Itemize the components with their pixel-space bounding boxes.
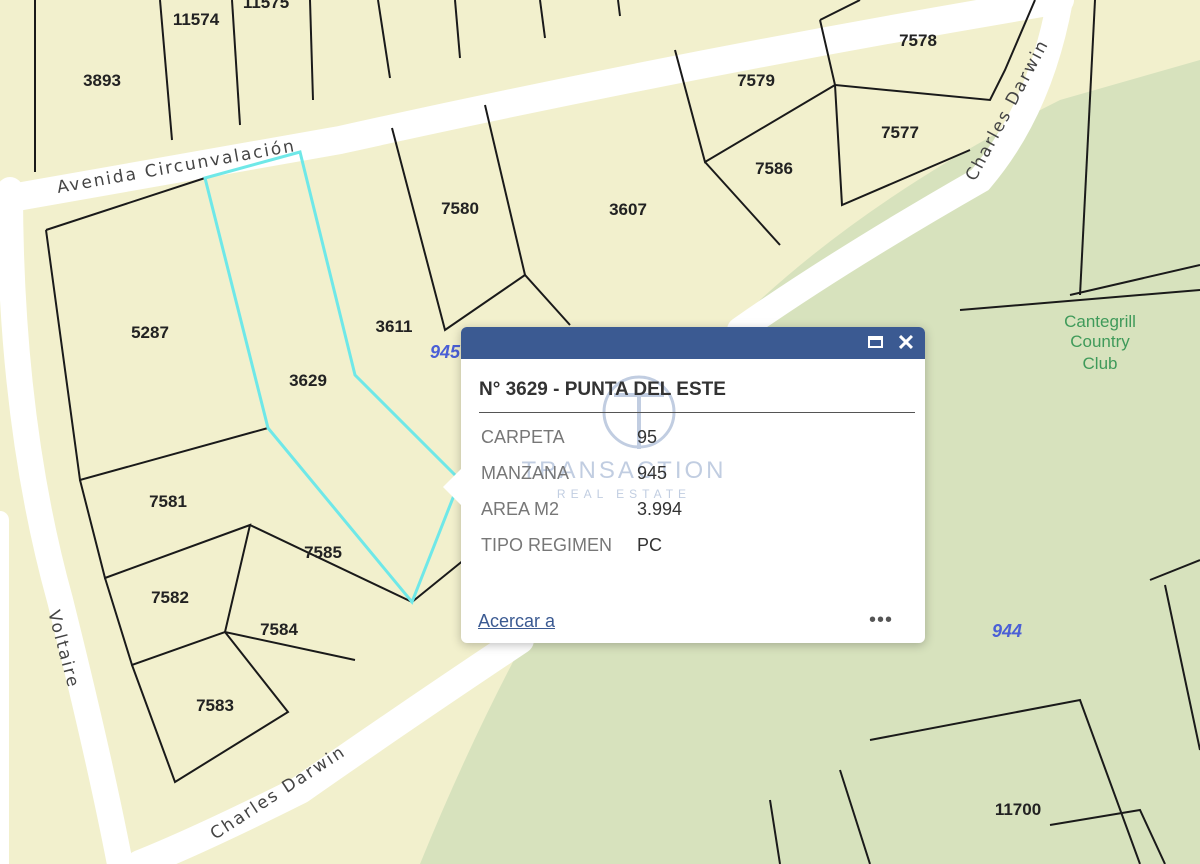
title-divider <box>479 412 915 413</box>
more-options-icon[interactable]: ••• <box>869 609 893 632</box>
lot-label: 7583 <box>196 696 234 715</box>
svg-text:Cantegrill: Cantegrill <box>1064 312 1136 331</box>
lot-label: 7585 <box>304 543 342 562</box>
block-label-944: 944 <box>992 621 1022 641</box>
block-label-945: 945 <box>430 342 461 362</box>
lot-label: 7586 <box>755 159 793 178</box>
lot-label: 3629 <box>289 371 327 390</box>
attribute-key: AREA M2 <box>481 499 560 519</box>
popup-pointer <box>443 469 461 505</box>
attribute-key: MANZANA <box>481 463 570 483</box>
lot-label: 7579 <box>737 71 775 90</box>
attribute-key: TIPO REGIMEN <box>481 535 613 555</box>
lot-label: 7584 <box>260 620 298 639</box>
lot-label: 11575 <box>243 0 289 12</box>
parcel-info-popup: ✕ TRANSACTION REAL ESTATE N° 3629 - PUNT… <box>443 327 925 643</box>
zoom-to-link[interactable]: Acercar a <box>478 611 555 632</box>
attribute-value: 945 <box>637 463 668 483</box>
popup-title: N° 3629 - PUNTA DEL ESTE <box>479 379 726 400</box>
attribute-value: PC <box>637 535 663 555</box>
popup-header: ✕ <box>461 327 925 359</box>
lot-label: 11700 <box>995 800 1041 819</box>
attribute-value: 3.994 <box>637 499 683 519</box>
attribute-value: 95 <box>637 427 658 447</box>
svg-text:Club: Club <box>1083 354 1118 373</box>
lot-label: 7581 <box>149 492 187 511</box>
lot-label: 7580 <box>441 199 479 218</box>
attribute-key: CARPETA <box>481 427 565 447</box>
close-icon[interactable]: ✕ <box>895 332 917 354</box>
lot-label: 7582 <box>151 588 189 607</box>
lot-label: 7578 <box>899 31 937 50</box>
lot-label: 3611 <box>376 317 413 336</box>
lot-label: 3893 <box>83 71 121 90</box>
maximize-icon[interactable] <box>865 332 887 354</box>
svg-text:Country: Country <box>1070 332 1130 351</box>
lot-label: 7577 <box>881 123 919 142</box>
lot-label: 3607 <box>609 200 647 219</box>
lot-label: 5287 <box>131 323 169 342</box>
lot-label: 11574 <box>173 10 220 29</box>
